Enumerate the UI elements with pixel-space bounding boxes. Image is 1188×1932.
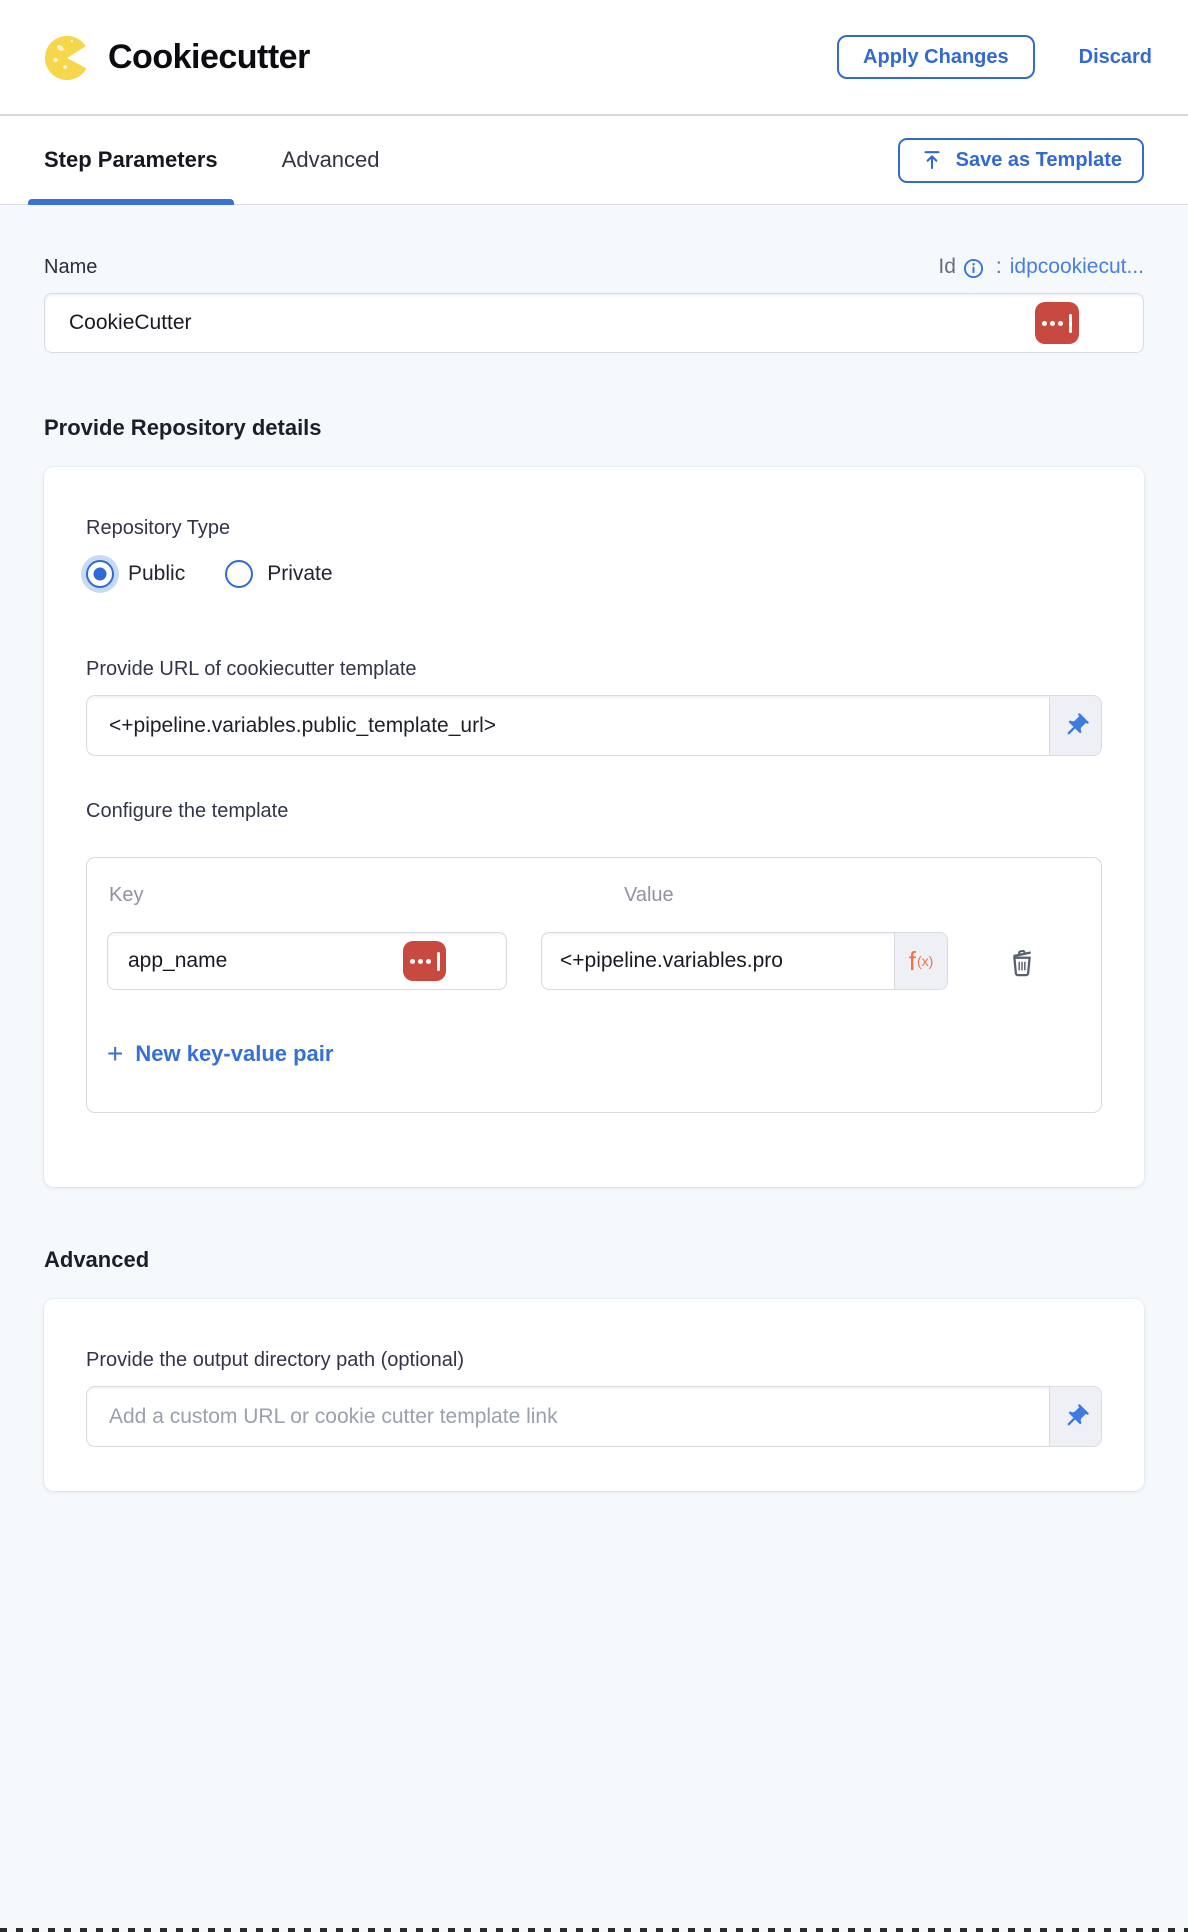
pin-addon[interactable] — [1049, 696, 1101, 755]
new-key-value-pair-button[interactable]: + New key-value pair — [107, 1040, 333, 1068]
tab-bar: Step Parameters Advanced Save as Templat… — [0, 116, 1188, 205]
output-directory-input-wrap — [86, 1386, 1102, 1447]
discard-button[interactable]: Discard — [1079, 46, 1152, 69]
repository-type-label: Repository Type — [86, 517, 1102, 540]
value-input[interactable] — [542, 933, 894, 989]
repository-details-heading: Provide Repository details — [44, 415, 1144, 441]
expression-fx-addon[interactable]: f(x) — [894, 933, 947, 989]
plus-icon: + — [107, 1040, 123, 1068]
radio-public-label: Public — [128, 562, 185, 586]
runtime-input-badge-icon[interactable] — [403, 941, 446, 981]
save-as-template-label: Save as Template — [956, 149, 1122, 172]
info-icon[interactable] — [963, 258, 984, 279]
output-directory-label: Provide the output directory path (optio… — [86, 1349, 1102, 1372]
id-label: Id — [938, 255, 956, 279]
radio-private-label: Private — [267, 562, 332, 586]
name-label: Name — [44, 256, 97, 279]
configure-template-label: Configure the template — [86, 800, 1102, 823]
radio-public[interactable] — [86, 560, 114, 588]
tab-step-parameters[interactable]: Step Parameters — [28, 116, 234, 204]
delete-row-button[interactable] — [1005, 941, 1039, 981]
template-url-label: Provide URL of cookiecutter template — [86, 658, 1102, 681]
name-input-wrap — [44, 293, 1144, 353]
key-input[interactable] — [108, 933, 506, 989]
id-separator: : — [996, 255, 1002, 279]
advanced-card: Provide the output directory path (optio… — [44, 1299, 1144, 1491]
template-url-input-wrap — [86, 695, 1102, 756]
bottom-dashed-divider — [0, 1928, 1188, 1932]
key-column-header: Key — [109, 884, 143, 907]
page-title: Cookiecutter — [108, 38, 310, 77]
fx-icon: f — [909, 946, 916, 977]
radio-private[interactable] — [225, 560, 253, 588]
pin-addon[interactable] — [1049, 1387, 1101, 1446]
output-directory-input[interactable] — [87, 1387, 1049, 1446]
step-config-panel: Name Id : idpcookiecut... Provide Reposi… — [0, 205, 1188, 1491]
runtime-input-badge-icon[interactable] — [1035, 302, 1079, 344]
advanced-heading: Advanced — [44, 1247, 1144, 1273]
id-value-link[interactable]: idpcookiecut... — [1010, 255, 1144, 279]
template-url-input[interactable] — [87, 696, 1049, 755]
apply-changes-button[interactable]: Apply Changes — [837, 35, 1035, 79]
app-header: Cookiecutter Apply Changes Discard — [0, 0, 1188, 116]
cookie-logo-icon — [44, 32, 92, 82]
pushpin-icon — [1062, 712, 1090, 740]
value-column-header: Value — [624, 884, 674, 907]
key-input-wrap — [107, 932, 507, 990]
trash-icon — [1006, 943, 1038, 979]
value-input-wrap: f(x) — [541, 932, 948, 990]
save-as-template-button[interactable]: Save as Template — [898, 138, 1144, 183]
upload-icon — [920, 148, 944, 172]
repository-details-card: Repository Type Public Private Provide U… — [44, 467, 1144, 1187]
name-input[interactable] — [45, 294, 1143, 352]
key-value-table: Key Value f(x) — [86, 857, 1102, 1113]
tab-advanced[interactable]: Advanced — [266, 116, 396, 204]
pushpin-icon — [1062, 1403, 1090, 1431]
key-value-row: f(x) — [107, 932, 1081, 990]
new-key-value-pair-label: New key-value pair — [135, 1041, 333, 1067]
repository-type-radio-group: Public Private — [86, 560, 1102, 588]
